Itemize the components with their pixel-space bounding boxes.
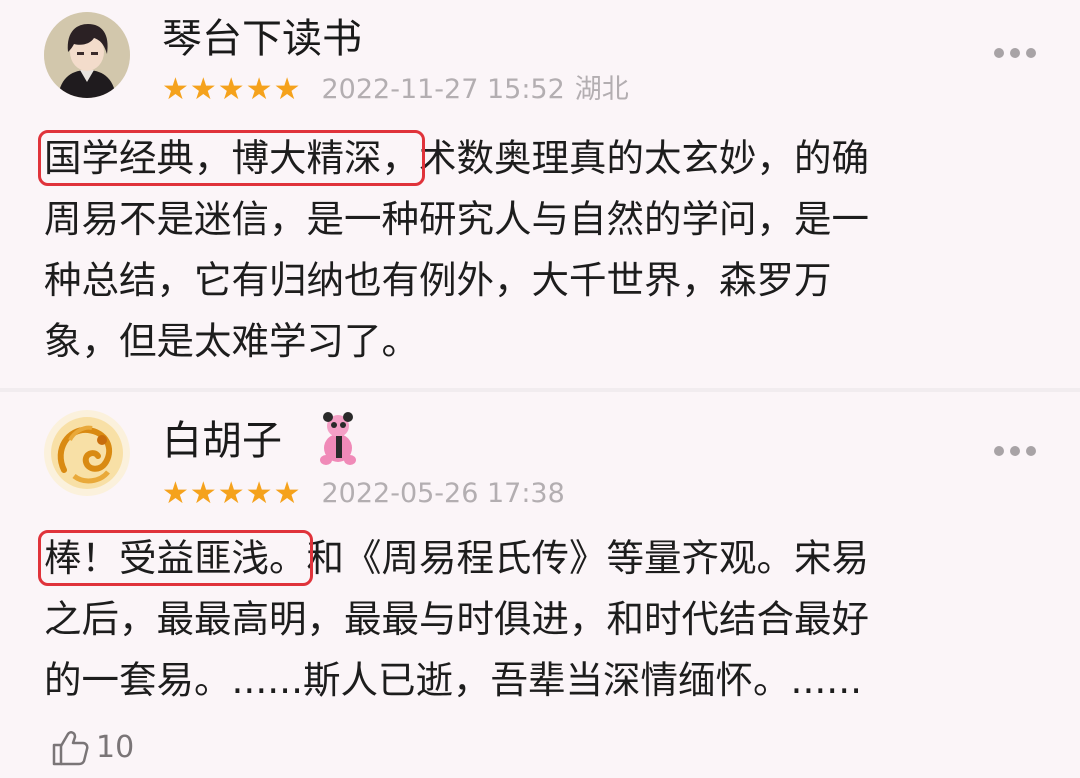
review-line: 的一套易。......斯人已逝，吾辈当深情缅怀。...... [44,658,863,702]
star-rating: ★★★★★ [162,476,302,511]
avatar[interactable] [44,12,130,98]
review-date: 2022-05-26 17:38 [321,478,565,509]
highlighted-phrase: 棒！受益匪浅。 [38,530,313,586]
review-line-text: 和《周易程氏传》等量齐观。宋易 [306,536,870,580]
golden-dragon-avatar-icon [44,410,130,496]
review-card: 白胡子 ★★★★★ 2022-05-26 17:38 棒！受益匪浅。和《周易程氏… [0,392,1080,778]
review-line: 之后，最最高明，最最与时俱进，和时代结合最好 [44,597,869,641]
review-meta: ★★★★★ 2022-11-27 15:52 湖北 [162,72,629,108]
review-line: 棒！受益匪浅。和《周易程氏传》等量齐观。宋易 [38,528,870,589]
anime-avatar-icon [44,12,130,98]
more-dots-icon[interactable] [992,46,1038,60]
username[interactable]: 琴台下读书 [162,14,362,64]
highlighted-phrase: 国学经典，博大精深， [38,130,425,186]
review-card: 琴台下读书 ★★★★★ 2022-11-27 15:52 湖北 国学经典，博大精… [0,0,1080,388]
review-text: 国学经典，博大精深，术数奥理真的太玄妙，的确 周易不是迷信，是一种研究人与自然的… [38,128,869,372]
thumbs-up-icon [52,731,89,766]
review-list: 琴台下读书 ★★★★★ 2022-11-27 15:52 湖北 国学经典，博大精… [0,0,1080,778]
panda-badge-icon [320,412,356,465]
review-line: 国学经典，博大精深，术数奥理真的太玄妙，的确 [38,128,869,189]
like-button[interactable]: 10 [50,726,134,770]
review-text: 棒！受益匪浅。和《周易程氏传》等量齐观。宋易 之后，最最高明，最最与时俱进，和时… [38,528,870,711]
star-rating: ★★★★★ [162,72,302,107]
avatar[interactable] [44,410,130,496]
more-dots-icon[interactable] [992,444,1038,458]
username[interactable]: 白胡子 [162,416,282,466]
review-line-text: 术数奥理真的太玄妙，的确 [419,136,869,180]
review-location: 湖北 [574,74,629,105]
review-line: 种总结，它有归纳也有例外，大千世界，森罗万 [44,258,832,302]
review-line: 周易不是迷信，是一种研究人与自然的学问，是一 [44,197,869,241]
review-date: 2022-11-27 15:52 [321,74,565,105]
review-meta: ★★★★★ 2022-05-26 17:38 [162,476,565,512]
like-count: 10 [96,730,135,765]
review-line: 象，但是太难学习了。 [44,319,419,363]
